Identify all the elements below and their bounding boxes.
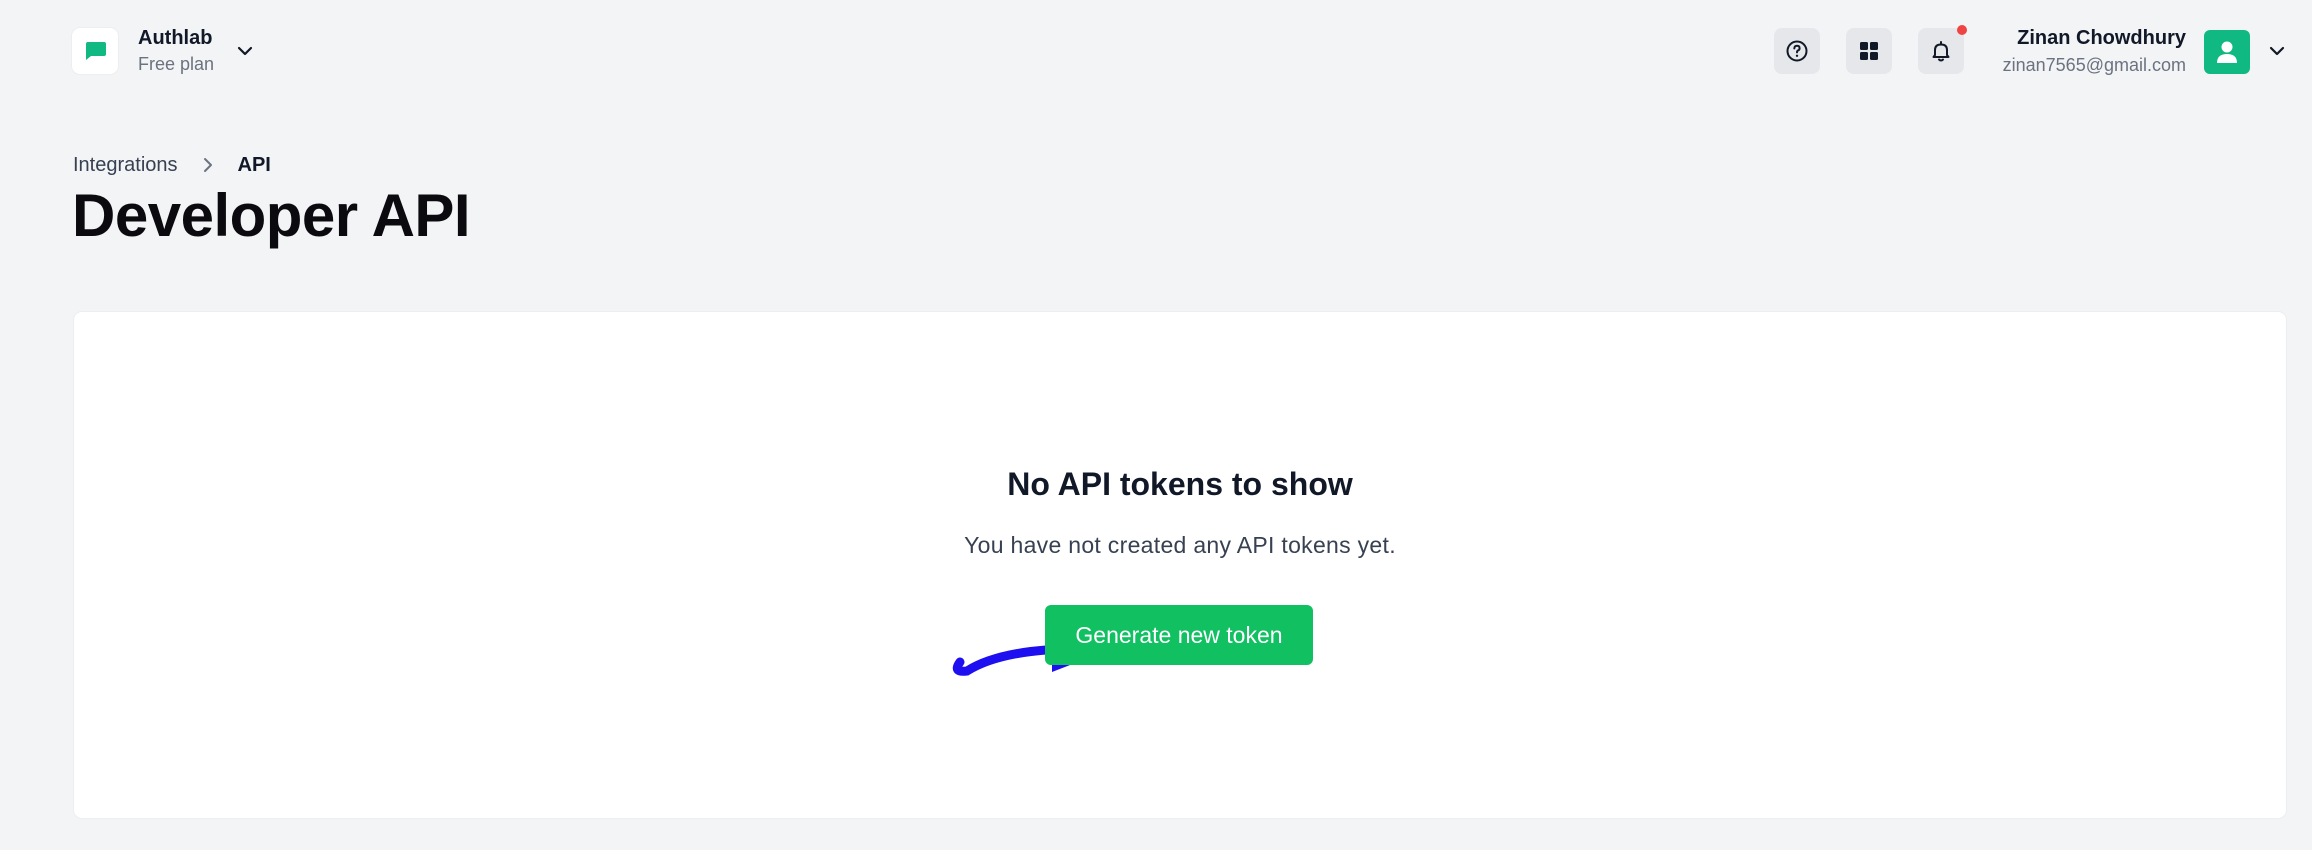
api-tokens-card: No API tokens to show You have not creat… bbox=[74, 312, 2286, 818]
breadcrumb: Integrations API bbox=[73, 152, 271, 178]
workspace-switcher[interactable]: Authlab Free plan bbox=[72, 22, 256, 80]
breadcrumb-current: API bbox=[237, 154, 271, 176]
chevron-right-icon bbox=[200, 157, 216, 173]
workspace-logo bbox=[72, 28, 118, 74]
workspace-plan: Free plan bbox=[138, 54, 215, 74]
notifications-button[interactable] bbox=[1918, 25, 1967, 74]
empty-state-subtitle: You have not created any API tokens yet. bbox=[964, 532, 1396, 558]
help-button[interactable] bbox=[1774, 28, 1820, 74]
workspace-name: Authlab bbox=[138, 27, 213, 49]
grid-icon bbox=[1860, 42, 1878, 60]
chat-bubble-icon bbox=[86, 42, 106, 60]
user-name: Zinan Chowdhury bbox=[2017, 27, 2186, 49]
avatar[interactable] bbox=[2204, 30, 2250, 74]
user-menu[interactable]: Zinan Chowdhury zinan7565@gmail.com bbox=[2003, 24, 2186, 78]
page-title: Developer API bbox=[72, 182, 471, 249]
help-circle-icon bbox=[1786, 40, 1808, 62]
chevron-down-icon[interactable] bbox=[234, 40, 256, 62]
bell-icon bbox=[1932, 41, 1950, 62]
notification-badge bbox=[1957, 25, 1967, 35]
top-bar: Authlab Free plan Zinan Chowdhury zinan7… bbox=[0, 0, 2312, 104]
chevron-down-icon[interactable] bbox=[2266, 40, 2288, 62]
empty-state-title: No API tokens to show bbox=[1007, 466, 1353, 502]
user-icon bbox=[2217, 41, 2237, 63]
breadcrumb-integrations-link[interactable]: Integrations bbox=[73, 152, 178, 178]
generate-new-token-button[interactable]: Generate new token bbox=[1045, 605, 1313, 665]
user-email: zinan7565@gmail.com bbox=[2002, 55, 2186, 75]
workspace-info: Authlab Free plan bbox=[138, 25, 214, 77]
apps-button[interactable] bbox=[1846, 28, 1892, 74]
